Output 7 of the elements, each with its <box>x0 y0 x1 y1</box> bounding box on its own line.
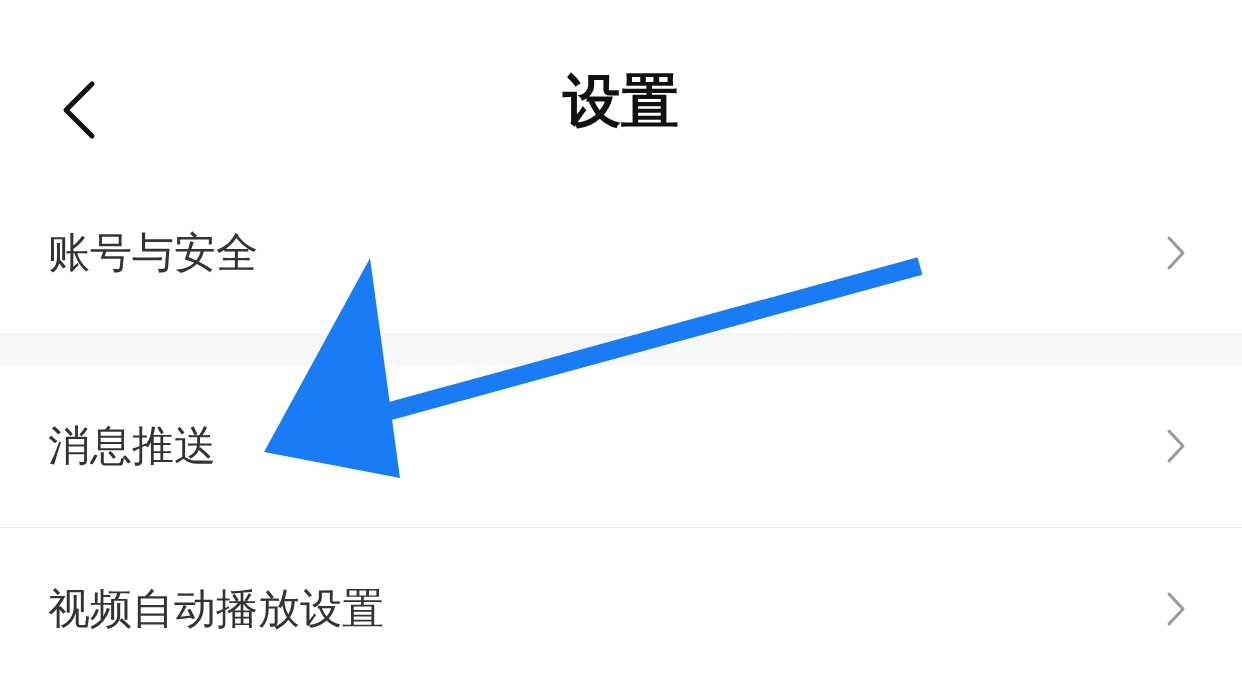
settings-item[interactable]: 视频自动播放设置 <box>0 527 1242 687</box>
page-title: 设置 <box>563 72 679 130</box>
chevron-right-icon <box>1166 590 1186 627</box>
chevron-right-icon <box>1166 428 1186 464</box>
settings-item[interactable]: 消息推送 <box>0 365 1242 527</box>
settings-item[interactable]: 账号与安全 <box>0 172 1242 334</box>
chevron-right-icon <box>1166 235 1186 271</box>
